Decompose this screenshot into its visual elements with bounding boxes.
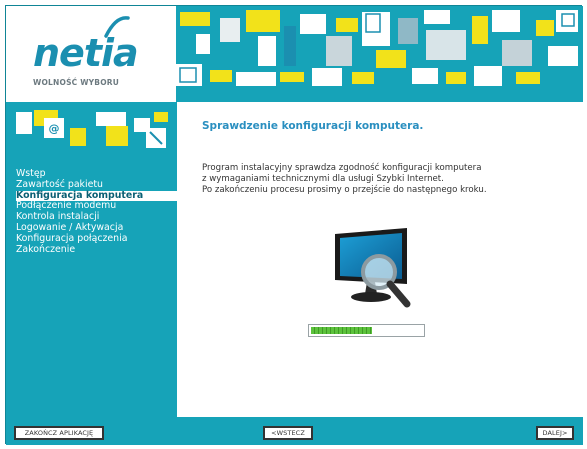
description: Program instalacyjny sprawdza zgodność k… — [202, 163, 487, 197]
banner-collage — [176, 6, 583, 102]
sidebar-nav: Wstęp Zawartość pakietu Konfiguracja kom… — [16, 168, 184, 256]
monitor-search-icon — [335, 228, 411, 308]
description-line: Program instalacyjny sprawdza zgodność k… — [202, 163, 482, 173]
next-button[interactable]: DALEJ> — [536, 426, 574, 440]
back-button[interactable]: <WSTECZ — [263, 426, 313, 440]
header-banner — [176, 6, 583, 102]
installer-window: netia WOLNOŚĆ WYBORU @ Wstęp Zawartość p… — [5, 5, 583, 445]
description-line: Po zakończeniu procesu prosimy o przejśc… — [202, 185, 487, 196]
progress-fill — [311, 327, 373, 334]
sidebar-art: @ — [6, 102, 176, 160]
finish-app-button[interactable]: ZAKOŃCZ APLIKACJĘ — [14, 426, 104, 440]
logo: netia — [33, 31, 139, 75]
footer-bar: ZAKOŃCZ APLIKACJĘ <WSTECZ DALEJ> — [6, 417, 583, 445]
sidebar-collage: @ — [6, 102, 176, 160]
sidebar-item-zakonczenie[interactable]: Zakończenie — [16, 244, 176, 256]
description-line: z wymaganiami technicznymi dla usługi Sz… — [202, 174, 444, 185]
sidebar-item-zawartosc-pakietu[interactable]: Zawartość pakietu — [16, 179, 176, 191]
logo-area: netia WOLNOŚĆ WYBORU — [6, 6, 176, 102]
logo-tagline: WOLNOŚĆ WYBORU — [33, 78, 120, 87]
progress-bar — [308, 324, 425, 337]
main-content: Sprawdzenie konfiguracji komputera. Prog… — [177, 102, 583, 417]
svg-text:@: @ — [49, 122, 60, 135]
sidebar-item-konfiguracja-polaczenia[interactable]: Konfiguracja połączenia — [16, 233, 176, 245]
page-title: Sprawdzenie konfiguracji komputera. — [202, 120, 424, 132]
